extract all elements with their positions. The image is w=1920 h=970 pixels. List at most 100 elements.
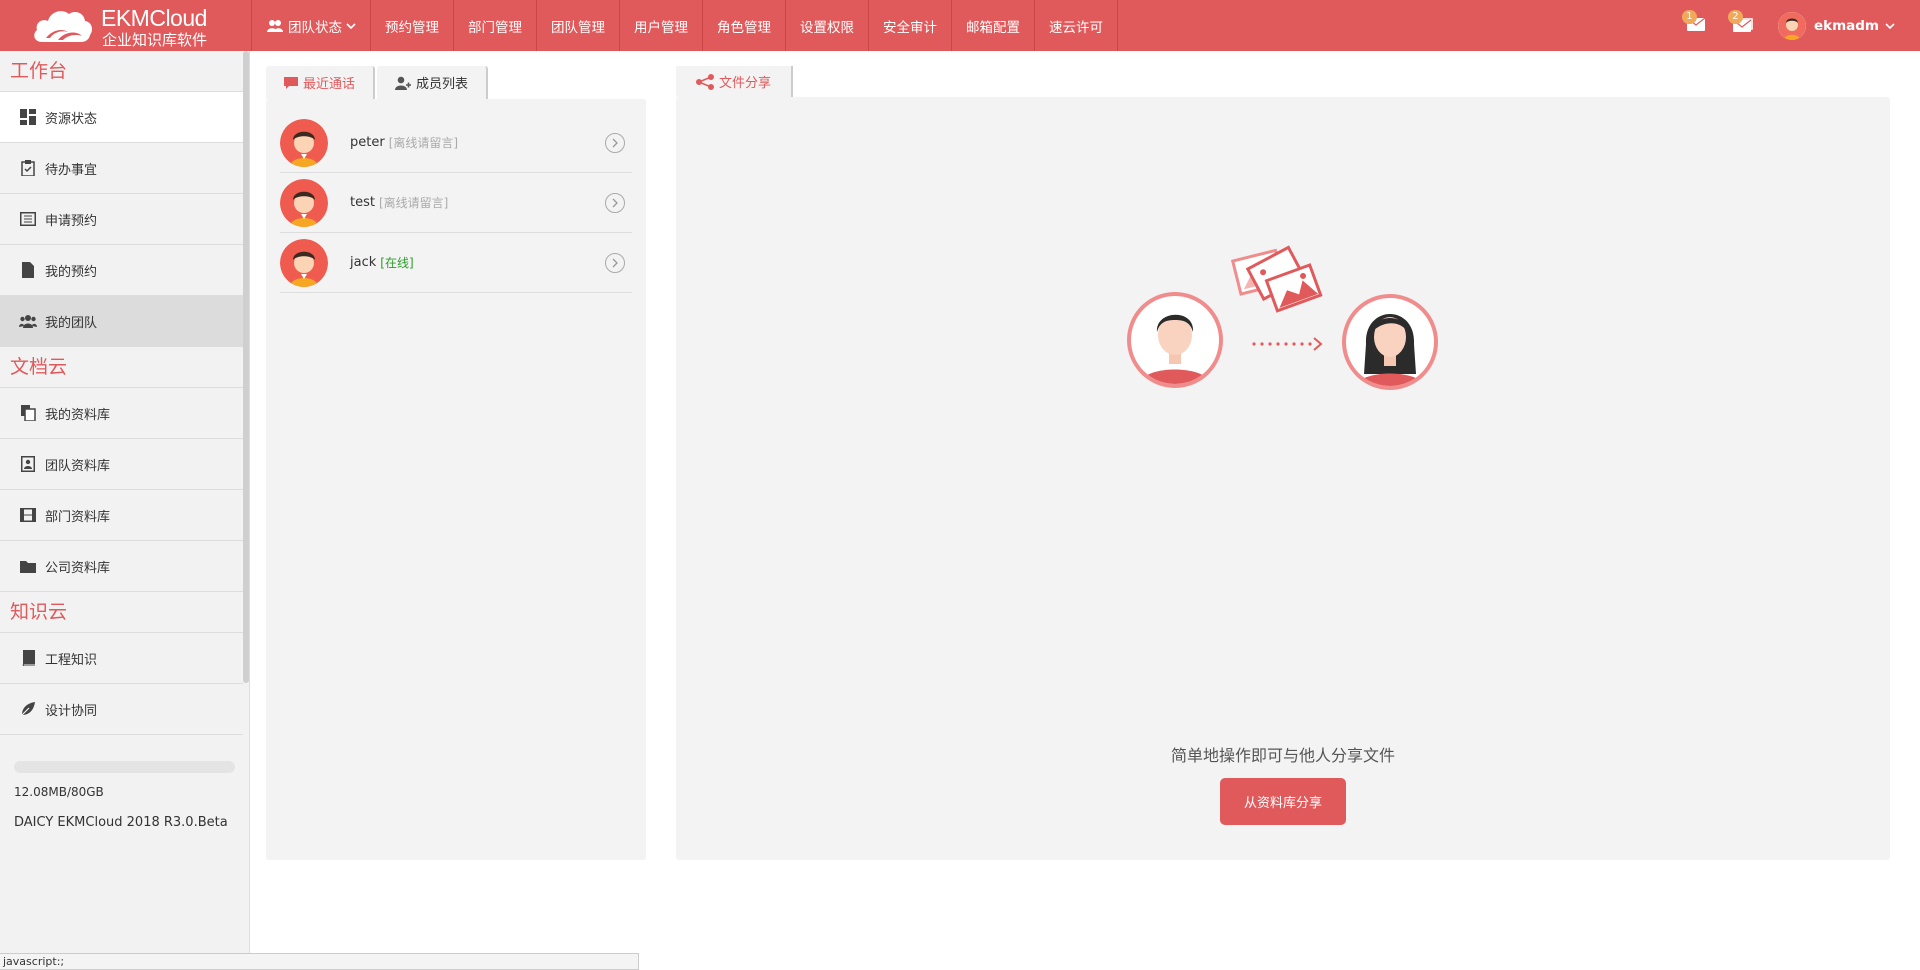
header-actions: 1 2 ekmadm [1676, 0, 1920, 51]
sidebar-item-label: 部门资料库 [45, 509, 111, 525]
sidebar-item-apply-booking[interactable]: 申请预约 [0, 194, 243, 245]
nav-team-management[interactable]: 团队管理 [536, 0, 619, 51]
version-text: DAICY EKMCloud 2018 R3.0.Beta [14, 815, 228, 830]
nav-label: 安全审计 [883, 19, 937, 36]
app-logo[interactable]: EKMCloud 企业知识库软件 [0, 0, 250, 51]
sidebar-item-engineering-knowledge[interactable]: 工程知识 [0, 633, 243, 684]
nav-booking-management[interactable]: 预约管理 [370, 0, 453, 51]
nav-mail-config[interactable]: 邮箱配置 [951, 0, 1034, 51]
storage-usage: 12.08MB/80GB DAICY EKMCloud 2018 R3.0.Be… [0, 735, 249, 830]
nav-label: 用户管理 [634, 19, 688, 36]
chevron-down-icon [1885, 22, 1895, 29]
file-icon [19, 261, 37, 279]
sidebar-item-label: 申请预约 [45, 213, 98, 229]
sidebar-item-label: 设计协同 [45, 703, 98, 719]
folder-icon [19, 557, 37, 575]
contact-row[interactable]: peter [离线请留言] [280, 113, 632, 173]
notices-button[interactable]: 2 [1722, 0, 1758, 51]
contact-book-icon [19, 455, 37, 473]
messages-badge: 1 [1681, 10, 1697, 24]
avatar [1777, 11, 1806, 40]
contact-name: peter [350, 135, 385, 150]
chevron-right-icon[interactable] [605, 253, 625, 273]
contact-name: jack [350, 255, 377, 270]
contact-status: [离线请留言] [388, 136, 459, 150]
sidebar-item-label: 资源状态 [45, 111, 98, 127]
messages-button[interactable]: 1 [1676, 0, 1712, 51]
tab-recent-calls[interactable]: 最近通话 [266, 66, 376, 99]
nav-label: 邮箱配置 [966, 19, 1020, 36]
sidebar-section-title: 工作台 [0, 51, 249, 92]
sidebar-item-label: 我的资料库 [45, 407, 111, 423]
nav-security-audit[interactable]: 安全审计 [868, 0, 951, 51]
nav-label: 团队状态 [288, 19, 342, 36]
contacts-tabs: 最近通话 成员列表 [266, 66, 490, 99]
nav-permissions[interactable]: 设置权限 [785, 0, 868, 51]
nav-user-management[interactable]: 用户管理 [619, 0, 702, 51]
nav-department-management[interactable]: 部门管理 [453, 0, 536, 51]
storage-progress-bar [14, 761, 235, 773]
sidebar-item-label: 我的预约 [45, 264, 98, 280]
avatar [280, 118, 328, 167]
tab-file-share[interactable]: 文件分享 [676, 66, 794, 97]
sidebar-item-team-library[interactable]: 团队资料库 [0, 439, 243, 490]
tab-label: 文件分享 [719, 76, 772, 91]
add-user-icon [395, 76, 412, 90]
nav-label: 速云许可 [1049, 19, 1103, 36]
nav-license[interactable]: 速云许可 [1034, 0, 1118, 51]
chevron-right-icon[interactable] [605, 133, 625, 153]
brand-subtitle: 企业知识库软件 [102, 31, 208, 49]
nav-role-management[interactable]: 角色管理 [702, 0, 785, 51]
person-female-icon [1342, 294, 1438, 390]
chat-icon [284, 76, 298, 89]
share-illustration [1127, 245, 1438, 390]
sidebar-item-my-booking[interactable]: 我的预约 [0, 245, 243, 296]
share-description: 简单地操作即可与他人分享文件 [1170, 746, 1395, 765]
main-nav: 团队状态 预约管理 部门管理 团队管理 用户管理 角色管理 设置权限 安全审计 … [251, 0, 1118, 51]
contact-row[interactable]: jack [在线] [280, 233, 632, 293]
nav-label: 团队管理 [551, 19, 605, 36]
film-icon [19, 506, 37, 524]
sidebar-item-dept-library[interactable]: 部门资料库 [0, 490, 243, 541]
username: ekmadm [1813, 17, 1879, 34]
sidebar-item-label: 公司资料库 [45, 560, 111, 576]
chevron-down-icon [346, 22, 356, 29]
sidebar-item-label: 团队资料库 [45, 458, 111, 474]
calendar-list-icon [19, 210, 37, 228]
sidebar-item-my-team[interactable]: 我的团队 [0, 296, 243, 347]
tab-member-list[interactable]: 成员列表 [377, 66, 489, 99]
browser-status-bar: javascript:; [0, 953, 639, 970]
contact-name: test [350, 195, 375, 210]
users-icon [267, 19, 283, 32]
chevron-right-icon[interactable] [605, 193, 625, 213]
share-from-library-button[interactable]: 从资料库分享 [1220, 778, 1346, 825]
clipboard-icon [19, 159, 37, 177]
sidebar-item-my-library[interactable]: 我的资料库 [0, 388, 243, 439]
nav-label: 角色管理 [717, 19, 771, 36]
team-icon [19, 312, 37, 330]
dashboard-icon [19, 108, 37, 126]
image-files-icon [1230, 245, 1323, 313]
sidebar-section-title: 文档云 [0, 347, 249, 388]
sidebar-item-resource-status[interactable]: 资源状态 [0, 92, 243, 143]
avatar [280, 178, 328, 227]
sidebar-item-design-collab[interactable]: 设计协同 [0, 684, 243, 735]
nav-label: 设置权限 [800, 19, 854, 36]
sidebar-item-label: 我的团队 [45, 315, 98, 331]
notices-badge: 2 [1727, 10, 1743, 24]
share-icon [696, 73, 714, 90]
nav-label: 部门管理 [468, 19, 522, 36]
sidebar-scrollbar[interactable] [243, 51, 249, 683]
brand-name: EKMCloud [101, 5, 207, 31]
book-icon [19, 649, 37, 667]
sidebar-item-todo[interactable]: 待办事宜 [0, 143, 243, 194]
sidebar-item-label: 待办事宜 [45, 162, 98, 178]
user-menu[interactable]: ekmadm [1777, 11, 1895, 40]
nav-team-status[interactable]: 团队状态 [251, 0, 370, 51]
nav-label: 预约管理 [385, 19, 439, 36]
arrow-right-icon [1252, 337, 1323, 351]
contact-row[interactable]: test [离线请留言] [280, 173, 632, 233]
sidebar-item-company-library[interactable]: 公司资料库 [0, 541, 243, 592]
top-navbar: EKMCloud 企业知识库软件 团队状态 预约管理 部门管理 团队管理 用户管… [0, 0, 1920, 51]
files-icon [19, 404, 37, 422]
